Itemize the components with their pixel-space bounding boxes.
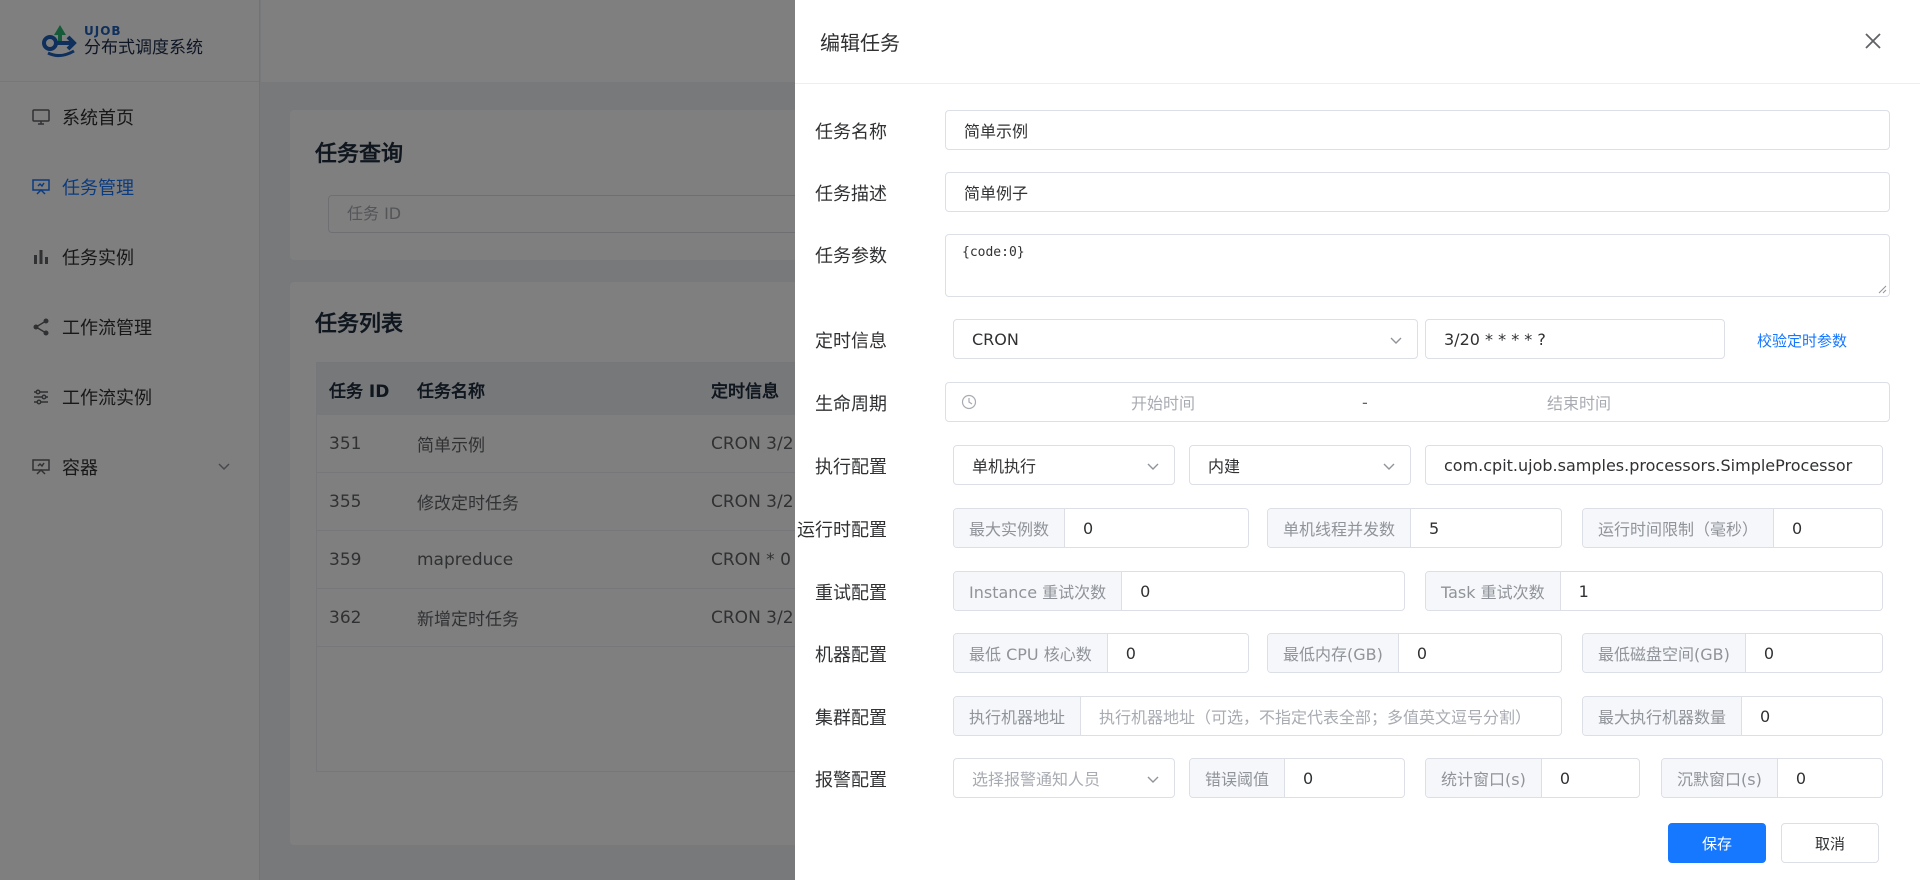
processor-class-input[interactable]: com.cpit.ujob.samples.processors.SimpleP… bbox=[1425, 445, 1883, 485]
max-machines-group: 最大执行机器数量 0 bbox=[1582, 696, 1883, 736]
max-instances-group: 最大实例数 0 bbox=[953, 508, 1249, 548]
machine-address-prefix: 执行机器地址 bbox=[954, 697, 1082, 735]
task-params-textarea[interactable]: {code:0} bbox=[945, 234, 1890, 297]
chevron-down-icon bbox=[1390, 337, 1402, 344]
chevron-down-icon bbox=[1147, 776, 1159, 783]
drawer-header: 编辑任务 bbox=[795, 0, 1920, 84]
label-cluster: 集群配置 bbox=[815, 708, 887, 729]
stat-window-input[interactable]: 0 bbox=[1542, 759, 1639, 797]
exec-mode-value: 单机执行 bbox=[972, 457, 1037, 476]
label-alarm: 报警配置 bbox=[815, 770, 887, 791]
lifecycle-date-range[interactable]: 开始时间 - 结束时间 bbox=[945, 382, 1890, 422]
exec-mode-select[interactable]: 单机执行 bbox=[953, 445, 1175, 485]
schedule-type-value: CRON bbox=[972, 329, 1019, 349]
instance-retry-group: Instance 重试次数 0 bbox=[953, 571, 1405, 611]
label-desc: 任务描述 bbox=[815, 184, 887, 205]
range-separator: - bbox=[1362, 392, 1368, 412]
instance-retry-input[interactable]: 0 bbox=[1122, 572, 1404, 610]
silence-window-prefix: 沉默窗口(s) bbox=[1662, 759, 1778, 797]
min-cpu-group: 最低 CPU 核心数 0 bbox=[953, 633, 1249, 673]
drawer-title: 编辑任务 bbox=[820, 31, 900, 55]
machine-address-group: 执行机器地址 执行机器地址（可选，不指定代表全部；多值英文逗号分割） bbox=[953, 696, 1562, 736]
error-threshold-input[interactable]: 0 bbox=[1285, 759, 1404, 797]
min-disk-group: 最低磁盘空间(GB) 0 bbox=[1582, 633, 1883, 673]
chevron-down-icon bbox=[1147, 463, 1159, 470]
min-cpu-input[interactable]: 0 bbox=[1108, 634, 1248, 672]
cron-expression-input[interactable]: 3/20 * * * * ? bbox=[1425, 319, 1725, 359]
clock-icon bbox=[961, 394, 977, 410]
thread-concurrency-input[interactable]: 5 bbox=[1411, 509, 1561, 547]
edit-task-drawer: 编辑任务 任务名称 简单示例 任务描述 简单例子 任务参数 {code:0} 定… bbox=[795, 0, 1920, 880]
task-retry-input[interactable]: 1 bbox=[1561, 572, 1882, 610]
stat-window-prefix: 统计窗口(s) bbox=[1426, 759, 1542, 797]
label-lifecycle: 生命周期 bbox=[815, 394, 887, 415]
alarm-receivers-placeholder: 选择报警通知人员 bbox=[972, 770, 1101, 789]
error-threshold-prefix: 错误阈值 bbox=[1190, 759, 1286, 797]
resize-handle-icon[interactable] bbox=[1877, 284, 1887, 294]
cancel-button[interactable]: 取消 bbox=[1781, 823, 1879, 863]
chevron-down-icon bbox=[1383, 463, 1395, 470]
alarm-receivers-select[interactable]: 选择报警通知人员 bbox=[953, 758, 1175, 798]
max-machines-input[interactable]: 0 bbox=[1742, 697, 1882, 735]
time-limit-input[interactable]: 0 bbox=[1774, 509, 1882, 547]
machine-address-input[interactable]: 执行机器地址（可选，不指定代表全部；多值英文逗号分割） bbox=[1081, 697, 1561, 735]
max-machines-prefix: 最大执行机器数量 bbox=[1583, 697, 1743, 735]
min-cpu-prefix: 最低 CPU 核心数 bbox=[954, 634, 1108, 672]
error-threshold-group: 错误阈值 0 bbox=[1189, 758, 1405, 798]
start-time-placeholder[interactable]: 开始时间 bbox=[1131, 390, 1195, 414]
max-instances-prefix: 最大实例数 bbox=[954, 509, 1066, 547]
instance-retry-prefix: Instance 重试次数 bbox=[954, 572, 1123, 610]
end-time-placeholder[interactable]: 结束时间 bbox=[1547, 390, 1611, 414]
max-instances-input[interactable]: 0 bbox=[1065, 509, 1248, 547]
silence-window-group: 沉默窗口(s) 0 bbox=[1661, 758, 1883, 798]
time-limit-prefix: 运行时间限制（毫秒） bbox=[1583, 509, 1775, 547]
processor-type-select[interactable]: 内建 bbox=[1189, 445, 1411, 485]
label-name: 任务名称 bbox=[815, 122, 887, 143]
task-params-value: {code:0} bbox=[962, 245, 1025, 260]
schedule-type-select[interactable]: CRON bbox=[953, 319, 1418, 359]
label-schedule: 定时信息 bbox=[815, 331, 887, 352]
processor-type-value: 内建 bbox=[1208, 457, 1241, 476]
label-machine: 机器配置 bbox=[815, 645, 887, 666]
task-retry-prefix: Task 重试次数 bbox=[1426, 572, 1561, 610]
min-disk-input[interactable]: 0 bbox=[1746, 634, 1882, 672]
silence-window-input[interactable]: 0 bbox=[1778, 759, 1882, 797]
task-desc-input[interactable]: 简单例子 bbox=[945, 172, 1890, 212]
validate-schedule-link[interactable]: 校验定时参数 bbox=[1757, 330, 1847, 351]
min-memory-prefix: 最低内存(GB) bbox=[1268, 634, 1399, 672]
min-memory-input[interactable]: 0 bbox=[1399, 634, 1561, 672]
label-exec: 执行配置 bbox=[815, 457, 887, 478]
label-retry: 重试配置 bbox=[815, 583, 887, 604]
task-name-input[interactable]: 简单示例 bbox=[945, 110, 1890, 150]
stat-window-group: 统计窗口(s) 0 bbox=[1425, 758, 1640, 798]
thread-concurrency-group: 单机线程并发数 5 bbox=[1267, 508, 1562, 548]
label-params: 任务参数 bbox=[815, 246, 887, 267]
min-memory-group: 最低内存(GB) 0 bbox=[1267, 633, 1562, 673]
task-retry-group: Task 重试次数 1 bbox=[1425, 571, 1883, 611]
min-disk-prefix: 最低磁盘空间(GB) bbox=[1583, 634, 1746, 672]
label-runtime: 运行时配置 bbox=[797, 520, 887, 541]
time-limit-group: 运行时间限制（毫秒） 0 bbox=[1582, 508, 1883, 548]
thread-concurrency-prefix: 单机线程并发数 bbox=[1268, 509, 1412, 547]
close-icon[interactable] bbox=[1860, 28, 1886, 54]
save-button[interactable]: 保存 bbox=[1668, 823, 1766, 863]
